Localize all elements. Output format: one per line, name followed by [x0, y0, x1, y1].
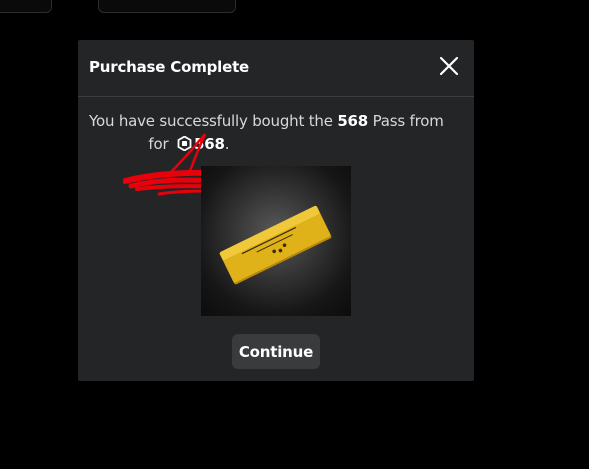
message-for: for: [143, 135, 173, 153]
close-icon: [439, 56, 459, 76]
close-button[interactable]: [438, 55, 460, 77]
continue-button[interactable]: Continue: [232, 334, 320, 369]
purchase-message: You have successfully bought the 568 Pas…: [89, 110, 464, 156]
golden-ticket-icon: [219, 205, 332, 285]
screen: Purchase Complete You have successfully …: [0, 0, 589, 469]
message-prefix: You have successfully bought the: [89, 112, 338, 130]
robux-icon: [177, 136, 192, 151]
dialog-title: Purchase Complete: [89, 58, 250, 76]
message-suffix: .: [224, 135, 230, 153]
purchase-complete-dialog: Purchase Complete You have successfully …: [78, 40, 474, 381]
dialog-header: Purchase Complete: [78, 40, 474, 97]
item-name: 568: [337, 112, 369, 130]
message-middle: Pass from: [368, 112, 444, 130]
seller-name-redacted: [89, 135, 144, 153]
price-value: 568: [194, 135, 225, 153]
background-card: [0, 0, 52, 13]
pass-image: [201, 166, 351, 316]
background-card: [98, 0, 236, 13]
